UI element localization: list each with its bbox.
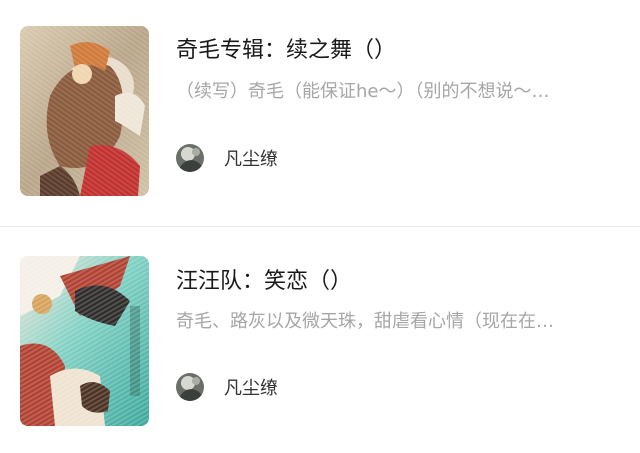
avatar-icon [176,144,204,172]
author-name[interactable]: 凡尘缭 [224,374,278,400]
post-title[interactable]: 奇毛专辑：续之舞（） [176,36,626,66]
avatar[interactable] [176,373,204,401]
post-summary: 奇毛、路灰以及微天珠，甜虐看心情（现在在… [176,311,554,332]
cover-illustration-icon [20,256,149,426]
post-author[interactable]: 凡尘缭 [176,372,278,402]
post-card[interactable]: 奇毛专辑：续之舞（） （续写）奇毛（能保证he～）（别的不想说～… 凡尘缭 [0,0,640,226]
post-author[interactable]: 凡尘缭 [176,143,278,173]
post-feed: 奇毛专辑：续之舞（） （续写）奇毛（能保证he～）（别的不想说～… 凡尘缭 汪汪… [0,0,640,453]
post-cover-image[interactable] [20,26,149,196]
author-name[interactable]: 凡尘缭 [224,145,278,171]
avatar-icon [176,373,204,401]
cover-illustration-icon [20,26,149,196]
avatar[interactable] [176,144,204,172]
post-card[interactable]: 汪汪队：笑恋（） 奇毛、路灰以及微天珠，甜虐看心情（现在在… 凡尘缭 [0,227,640,453]
post-cover-image[interactable] [20,256,149,426]
post-title[interactable]: 汪汪队：笑恋（） [176,267,626,297]
post-summary: （续写）奇毛（能保证he～）（别的不想说～… [176,81,550,102]
